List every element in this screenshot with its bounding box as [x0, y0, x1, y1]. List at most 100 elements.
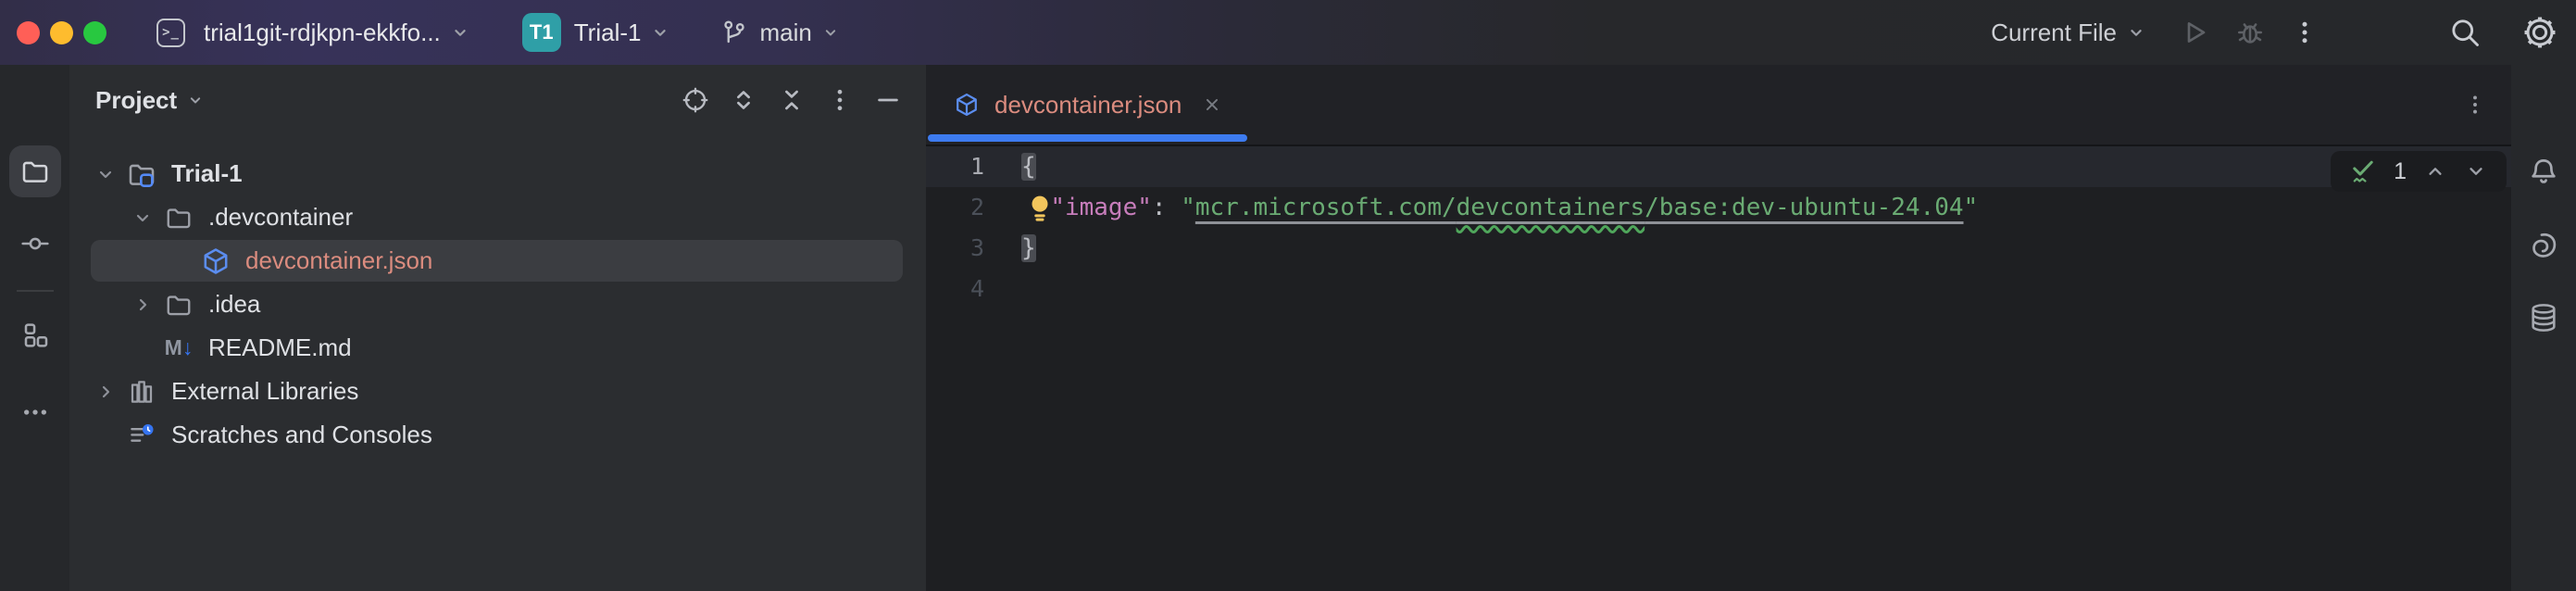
- chevron-down-icon: [450, 22, 470, 43]
- git-branch-icon: [720, 19, 748, 46]
- close-tab-button[interactable]: [1202, 94, 1222, 115]
- markdown-file-icon: M↓: [158, 335, 199, 360]
- terminal-glyph: >_: [162, 25, 180, 40]
- chevron-down-icon[interactable]: [127, 207, 158, 229]
- inspections-widget[interactable]: 1: [2331, 151, 2507, 192]
- tree-row-readme[interactable]: M↓ README.md: [69, 326, 926, 370]
- bug-icon: [2235, 18, 2265, 47]
- search-icon: [2448, 16, 2482, 49]
- line-number[interactable]: 2: [926, 187, 1021, 228]
- chevron-down-icon: [2464, 159, 2488, 183]
- folder-icon: [20, 157, 50, 186]
- folder-icon: [158, 291, 199, 319]
- commit-toolwindow-button[interactable]: [9, 218, 61, 270]
- next-problem-button[interactable]: [2464, 159, 2488, 183]
- close-brace: }: [1021, 234, 1036, 262]
- image-reference-link[interactable]: mcr.microsoft.com/devcontainers/base:dev…: [1195, 194, 1964, 221]
- project-toolwindow: Project: [69, 65, 926, 591]
- tree-item-label: .idea: [208, 290, 260, 319]
- open-brace: {: [1021, 153, 1036, 181]
- bell-icon: [2528, 156, 2559, 187]
- project-view-dropdown[interactable]: Project: [95, 86, 205, 115]
- previous-problem-button[interactable]: [2423, 159, 2447, 183]
- close-window-button[interactable]: [17, 21, 40, 44]
- zoom-window-button[interactable]: [83, 21, 106, 44]
- minimize-icon: [874, 86, 902, 114]
- more-toolwindows-button[interactable]: [9, 386, 61, 438]
- expand-all-button[interactable]: [730, 86, 757, 114]
- editor-options-button[interactable]: [2463, 93, 2487, 117]
- more-actions-button[interactable]: [2291, 19, 2319, 46]
- database-icon: [2528, 302, 2559, 333]
- chevron-right-icon[interactable]: [90, 381, 121, 403]
- panel-options-button[interactable]: [826, 86, 854, 114]
- select-opened-file-button[interactable]: [682, 86, 709, 114]
- run-button[interactable]: [2180, 18, 2209, 47]
- tree-row-devcontainer-folder[interactable]: .devcontainer: [69, 195, 926, 239]
- tree-row-trial-1[interactable]: Trial-1: [69, 152, 926, 195]
- typo-highlighted-word: devcontainers: [1457, 194, 1645, 221]
- devcontainer-cube-icon: [195, 246, 236, 276]
- titlebar-right-toolbar: Current File: [1991, 0, 2576, 65]
- project-avatar: T1: [522, 13, 561, 52]
- chevron-down-icon: [821, 23, 851, 42]
- line-number[interactable]: 4: [926, 269, 1021, 309]
- tab-label: devcontainer.json: [994, 91, 1182, 119]
- structure-icon: [20, 321, 50, 350]
- inspection-count: 1: [2394, 158, 2407, 185]
- run-configuration-dropdown[interactable]: Current File: [1991, 19, 2146, 47]
- debug-button[interactable]: [2235, 18, 2265, 47]
- project-toolwindow-header: Project: [69, 65, 926, 135]
- run-configuration-label: Current File: [1991, 19, 2117, 47]
- tree-item-label: Scratches and Consoles: [171, 421, 432, 449]
- tree-item-label: .devcontainer: [208, 203, 353, 232]
- stripe-divider: [17, 290, 54, 292]
- chevron-right-icon[interactable]: [127, 294, 158, 316]
- tree-row-devcontainer-json[interactable]: devcontainer.json: [69, 239, 926, 283]
- chevron-down-icon: [186, 91, 205, 109]
- kebab-menu-icon: [2463, 93, 2487, 117]
- code-line-2: 2 "image": "mcr.microsoft.com/devcontain…: [926, 187, 2511, 228]
- ide-window: >_ trial1git-rdjkpn-ekkfo... T1 Trial-1 …: [0, 0, 2576, 591]
- project-name: Trial-1: [574, 19, 642, 47]
- expand-all-icon: [730, 86, 757, 114]
- tree-row-external-libraries[interactable]: External Libraries: [69, 370, 926, 413]
- notifications-button[interactable]: [2518, 145, 2570, 197]
- tree-row-scratches[interactable]: Scratches and Consoles: [69, 413, 926, 457]
- chevron-down-icon[interactable]: [90, 163, 121, 185]
- left-toolwindow-stripe: [0, 65, 69, 591]
- tree-row-idea-folder[interactable]: .idea: [69, 283, 926, 326]
- tree-item-label: Trial-1: [171, 159, 243, 188]
- ellipsis-icon: [20, 397, 50, 427]
- gear-icon: [2522, 15, 2557, 50]
- vcs-branch-widget[interactable]: main: [720, 19, 850, 47]
- window-controls: [0, 21, 106, 44]
- titlebar: >_ trial1git-rdjkpn-ekkfo... T1 Trial-1 …: [0, 0, 2576, 65]
- settings-button[interactable]: [2522, 15, 2557, 50]
- editor-area: devcontainer.json 1 {: [926, 65, 2511, 591]
- tab-devcontainer-json[interactable]: devcontainer.json: [926, 91, 1222, 119]
- project-toolwindow-button[interactable]: [9, 145, 61, 197]
- kebab-menu-icon: [826, 86, 854, 114]
- window-title-dropdown[interactable]: trial1git-rdjkpn-ekkfo...: [204, 19, 441, 47]
- ai-assistant-button[interactable]: [2518, 220, 2570, 271]
- right-toolwindow-stripe: [2511, 65, 2576, 591]
- chevron-up-icon: [2423, 159, 2447, 183]
- structure-toolwindow-button[interactable]: [9, 309, 61, 361]
- database-button[interactable]: [2518, 292, 2570, 344]
- libraries-icon: [121, 378, 162, 406]
- intention-bulb-icon[interactable]: [1026, 193, 1054, 224]
- hide-panel-button[interactable]: [874, 86, 902, 114]
- collapse-all-icon: [778, 86, 806, 114]
- scratches-icon: [121, 421, 162, 449]
- collapse-all-button[interactable]: [778, 86, 806, 114]
- project-widget[interactable]: T1 Trial-1: [522, 13, 671, 52]
- project-root-folder-icon: [121, 159, 162, 189]
- minimize-window-button[interactable]: [50, 21, 73, 44]
- code-editor[interactable]: 1 { 2 "image": "mcr.microsoft.com/devcon…: [926, 146, 2511, 591]
- line-number[interactable]: 1: [926, 146, 1021, 187]
- search-everywhere-button[interactable]: [2448, 16, 2482, 49]
- kebab-menu-icon: [2291, 19, 2319, 46]
- line-number[interactable]: 3: [926, 228, 1021, 269]
- json-key-image: "image": [1050, 194, 1152, 221]
